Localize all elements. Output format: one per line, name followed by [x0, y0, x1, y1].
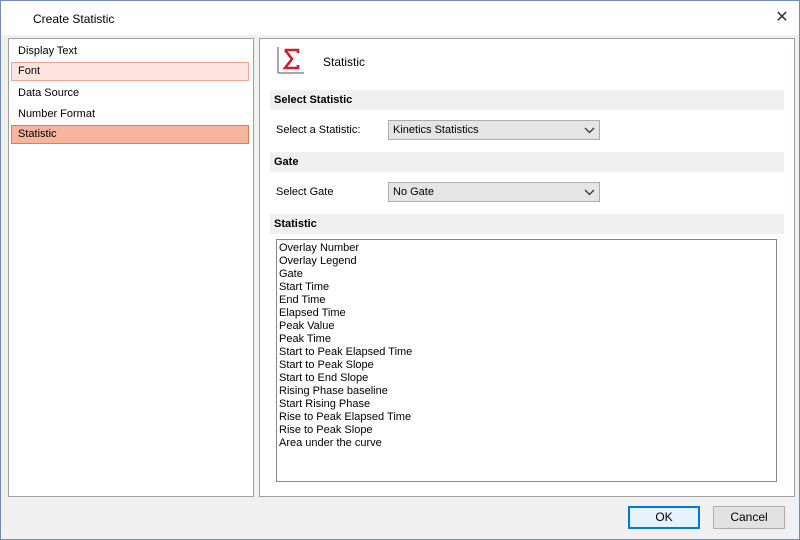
statistic-listbox[interactable]: Overlay Number Overlay Legend Gate Start… [276, 239, 777, 482]
list-item[interactable]: Start to End Slope [279, 372, 774, 385]
statistic-dropdown[interactable]: Kinetics Statistics [388, 120, 600, 140]
list-item[interactable]: Start Time [279, 281, 774, 294]
gate-dropdown[interactable]: No Gate [388, 182, 600, 202]
gate-dropdown-value: No Gate [393, 186, 434, 198]
close-icon[interactable]: ✕ [771, 7, 793, 29]
list-item[interactable]: Rise to Peak Slope [279, 424, 774, 437]
list-item[interactable]: Elapsed Time [279, 307, 774, 320]
list-item[interactable]: Start to Peak Elapsed Time [279, 346, 774, 359]
list-item[interactable]: Peak Value [279, 320, 774, 333]
title-bar: Create Statistic ✕ [1, 1, 799, 35]
category-list: Display Text Font Data Source Number For… [8, 38, 254, 497]
section-select-statistic: Select Statistic [270, 90, 784, 110]
section-gate: Gate [270, 152, 784, 172]
select-gate-label: Select Gate [276, 186, 334, 198]
chevron-down-icon [584, 127, 595, 134]
statistic-dropdown-value: Kinetics Statistics [393, 124, 479, 136]
dialog-window: Create Statistic ✕ Display Text Font Dat… [0, 0, 800, 540]
window-title: Create Statistic [33, 12, 115, 26]
list-item[interactable]: Gate [279, 268, 774, 281]
list-item[interactable]: Rising Phase baseline [279, 385, 774, 398]
nav-item-display-text[interactable]: Display Text [11, 42, 249, 61]
list-item[interactable]: Area under the curve [279, 437, 774, 450]
settings-panel: Statistic Select Statistic Select a Stat… [259, 38, 795, 497]
panel-title: Statistic [323, 55, 366, 69]
nav-item-statistic[interactable]: Statistic [11, 125, 249, 144]
cancel-button[interactable]: Cancel [713, 506, 785, 529]
sigma-icon [277, 47, 304, 74]
list-item[interactable]: Start to Peak Slope [279, 359, 774, 372]
list-item[interactable]: Rise to Peak Elapsed Time [279, 411, 774, 424]
list-item[interactable]: Overlay Legend [279, 255, 774, 268]
section-statistic: Statistic [270, 214, 784, 234]
list-item[interactable]: Start Rising Phase [279, 398, 774, 411]
nav-item-number-format[interactable]: Number Format [11, 105, 249, 124]
nav-item-data-source[interactable]: Data Source [11, 84, 249, 103]
select-statistic-label: Select a Statistic: [276, 124, 361, 136]
ok-button[interactable]: OK [628, 506, 700, 529]
nav-item-font[interactable]: Font [11, 62, 249, 81]
list-item[interactable]: Overlay Number [279, 242, 774, 255]
chevron-down-icon [584, 189, 595, 196]
list-item[interactable]: Peak Time [279, 333, 774, 346]
list-item[interactable]: End Time [279, 294, 774, 307]
dialog-footer: OK Cancel [1, 497, 799, 539]
